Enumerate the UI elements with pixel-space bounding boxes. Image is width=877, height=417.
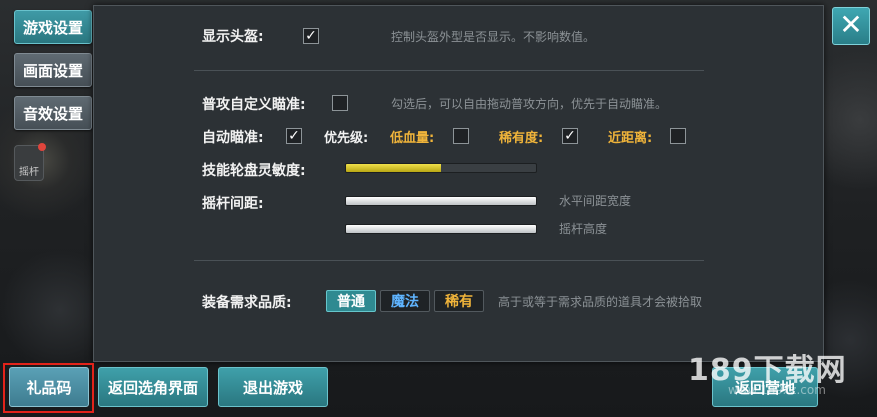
- close-button[interactable]: ✕: [832, 7, 870, 45]
- wheel-sensitivity-slider[interactable]: [345, 163, 537, 173]
- notification-dot: [38, 143, 46, 151]
- equip-quality-hint: 高于或等于需求品质的道具才会被拾取: [498, 295, 703, 309]
- watermark-url: www.189xz.com: [728, 383, 826, 397]
- check-icon: ✓: [564, 128, 576, 144]
- equip-quality-label: 装备需求品质:: [202, 295, 292, 311]
- wheel-sensitivity-label: 技能轮盘灵敏度:: [202, 163, 306, 179]
- tab-audio-settings[interactable]: 音效设置: [14, 96, 92, 130]
- custom-aim-label: 普攻自定义瞄准:: [202, 97, 306, 113]
- low-hp-checkbox[interactable]: [453, 128, 469, 144]
- tab-game-settings[interactable]: 游戏设置: [14, 10, 92, 44]
- near-label: 近距离:: [608, 131, 653, 146]
- horizontal-spacing-fill: [346, 197, 536, 205]
- joystick-spacing-label: 摇杆间距:: [202, 196, 264, 212]
- exit-game-button[interactable]: 退出游戏: [218, 367, 328, 407]
- highlight-frame: [3, 363, 94, 413]
- quality-option-rare[interactable]: 稀有: [434, 290, 484, 312]
- low-hp-label: 低血量:: [390, 131, 435, 146]
- horizontal-spacing-slider[interactable]: [345, 196, 537, 206]
- custom-aim-checkbox[interactable]: [332, 95, 348, 111]
- quality-option-common[interactable]: 普通: [326, 290, 376, 312]
- helmet-hint: 控制头盔外型是否显示。不影响数值。: [391, 30, 596, 44]
- tab-graphics-settings[interactable]: 画面设置: [14, 53, 92, 87]
- auto-aim-label: 自动瞄准:: [202, 130, 264, 146]
- auto-aim-checkbox[interactable]: ✓: [286, 128, 302, 144]
- horizontal-spacing-hint: 水平间距宽度: [559, 194, 632, 208]
- joystick-height-slider[interactable]: [345, 224, 537, 234]
- near-checkbox[interactable]: [670, 128, 686, 144]
- settings-panel: 显示头盔: ✓ 控制头盔外型是否显示。不影响数值。 普攻自定义瞄准: 勾选后，可…: [93, 5, 824, 362]
- custom-aim-hint: 勾选后，可以自由拖动普攻方向，优先于自动瞄准。: [391, 97, 668, 111]
- close-icon: ✕: [839, 8, 863, 41]
- back-to-character-select-button[interactable]: 返回选角界面: [98, 367, 208, 407]
- check-icon: ✓: [305, 28, 317, 44]
- joystick-height-fill: [346, 225, 536, 233]
- quality-option-magic[interactable]: 魔法: [380, 290, 430, 312]
- divider: [194, 70, 704, 71]
- divider: [194, 260, 704, 261]
- priority-label: 优先级:: [324, 131, 369, 146]
- rarity-label: 稀有度:: [499, 131, 544, 146]
- joystick-hud-label: 摇杆: [19, 167, 39, 178]
- helmet-checkbox[interactable]: ✓: [303, 28, 319, 44]
- helmet-label: 显示头盔:: [202, 29, 264, 45]
- joystick-height-hint: 摇杆高度: [559, 222, 608, 236]
- wheel-sensitivity-fill: [346, 164, 441, 172]
- check-icon: ✓: [288, 128, 300, 144]
- joystick-hud-icon: 摇杆: [14, 143, 46, 181]
- rarity-checkbox[interactable]: ✓: [562, 128, 578, 144]
